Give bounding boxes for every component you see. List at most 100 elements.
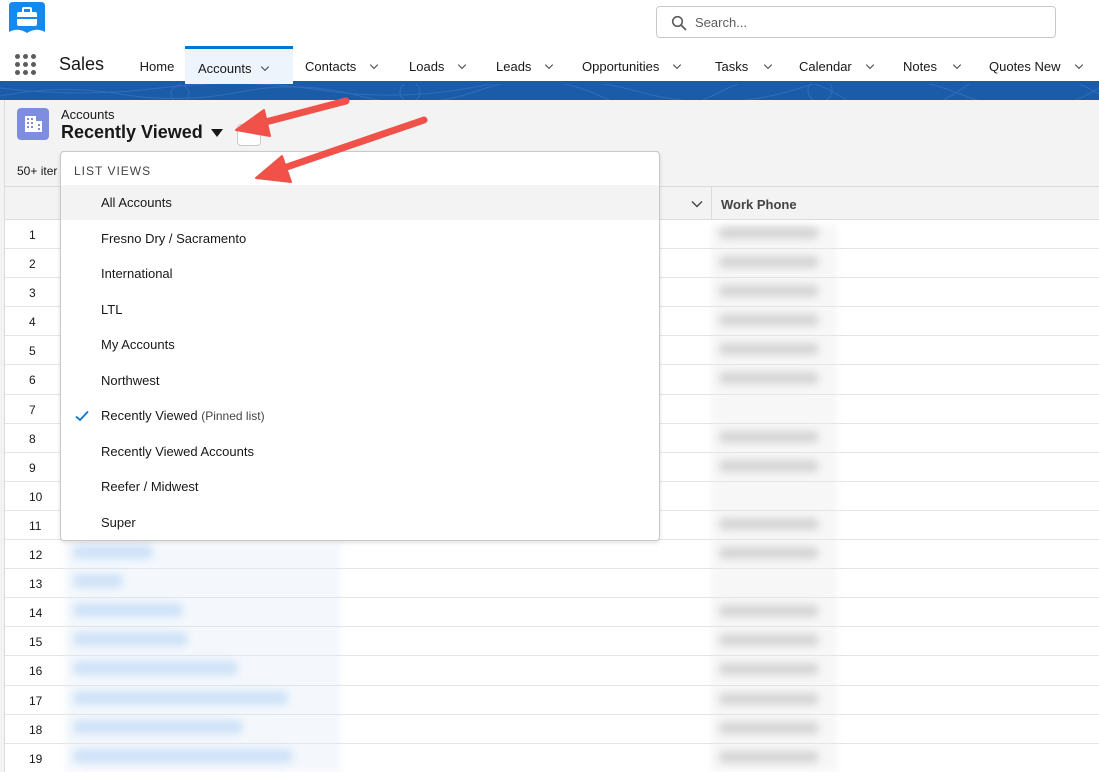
- nav-tab-label: Calendar: [799, 59, 852, 74]
- list-view-option[interactable]: Northwest: [61, 363, 659, 398]
- nav-tab-contacts[interactable]: Contacts: [305, 46, 380, 84]
- nav-tab-label: Contacts: [305, 59, 357, 74]
- blurred-phone: [719, 634, 819, 647]
- chevron-down-icon[interactable]: [456, 59, 468, 71]
- nav-tab-label: Opportunities: [582, 59, 660, 74]
- nav-tab-accounts[interactable]: Accounts: [185, 46, 293, 84]
- blurred-phone: [719, 721, 819, 734]
- table-row[interactable]: 19: [5, 744, 1099, 772]
- blurred-phone: [719, 314, 819, 327]
- table-row[interactable]: 16: [5, 656, 1099, 686]
- pinned-list-note: (Pinned list): [201, 409, 265, 423]
- list-view-option[interactable]: Reefer / Midwest: [61, 469, 659, 504]
- row-number: 9: [29, 460, 36, 475]
- blurred-phone: [719, 227, 819, 239]
- list-view-option[interactable]: International: [61, 256, 659, 291]
- blurred-phone: [719, 663, 819, 676]
- table-row[interactable]: 18: [5, 715, 1099, 744]
- row-number: 12: [29, 548, 43, 563]
- list-views-heading: LIST VIEWS: [74, 164, 152, 178]
- checkmark-icon: [75, 410, 89, 422]
- app-name: Sales: [59, 54, 105, 74]
- blurred-account-name: [73, 748, 293, 763]
- list-view-option-label: Recently Viewed Accounts: [101, 444, 254, 459]
- list-view-option[interactable]: My Accounts: [61, 327, 659, 362]
- chevron-down-icon[interactable]: [671, 59, 683, 71]
- list-view-selector[interactable]: Recently Viewed: [61, 122, 223, 143]
- nav-tab-notes[interactable]: Notes: [903, 46, 963, 84]
- row-number: 19: [29, 751, 43, 766]
- accounts-object-icon: [17, 108, 49, 140]
- blurred-phone: [719, 285, 819, 298]
- chevron-down-icon[interactable]: [951, 59, 963, 71]
- blurred-phone: [719, 372, 819, 385]
- chevron-down-icon[interactable]: [864, 59, 876, 71]
- chevron-down-icon[interactable]: [368, 59, 380, 71]
- search-input[interactable]: [695, 11, 1035, 33]
- list-view-option[interactable]: LTL: [61, 292, 659, 327]
- list-view-option-selected[interactable]: Recently Viewed (Pinned list): [61, 398, 659, 433]
- global-header: [0, 0, 1099, 46]
- blurred-account-name: [73, 574, 123, 589]
- header-pattern-band: [0, 84, 1099, 100]
- list-view-option[interactable]: All Accounts: [61, 185, 659, 220]
- row-number: 4: [29, 315, 36, 330]
- blurred-account-name: [73, 603, 183, 618]
- pin-list-button[interactable]: [237, 124, 261, 146]
- nav-tab-leads[interactable]: Leads: [496, 46, 555, 84]
- row-number: 6: [29, 373, 36, 388]
- blurred-account-name: [73, 690, 288, 705]
- chevron-down-icon[interactable]: [543, 59, 555, 71]
- nav-tab-home[interactable]: Home: [129, 46, 185, 84]
- blurred-phone: [719, 256, 819, 269]
- list-view-option[interactable]: Recently Viewed Accounts: [61, 434, 659, 469]
- blurred-phone: [719, 430, 819, 443]
- chevron-down-icon[interactable]: [762, 59, 774, 71]
- list-view-option-label: International: [101, 266, 173, 281]
- list-view-option[interactable]: Fresno Dry / Sacramento: [61, 221, 659, 256]
- row-number: 8: [29, 431, 36, 446]
- chevron-down-icon[interactable]: [259, 61, 271, 73]
- app-nav-bar: Sales Home Accounts Contacts Loads Leads…: [0, 46, 1099, 84]
- row-number: 1: [29, 228, 36, 242]
- app-logo-icon[interactable]: [6, 2, 48, 40]
- blurred-account-name: [73, 632, 188, 647]
- app-launcher-icon[interactable]: [15, 54, 37, 76]
- nav-tab-label: Home: [139, 59, 175, 74]
- row-number: 5: [29, 344, 36, 359]
- table-row[interactable]: 15: [5, 627, 1099, 657]
- nav-tab-quotes-new[interactable]: Quotes New: [989, 46, 1085, 84]
- row-number: 17: [29, 693, 43, 708]
- row-number: 7: [29, 402, 36, 417]
- row-number: 2: [29, 257, 36, 272]
- list-view-option-label: My Accounts: [101, 337, 175, 352]
- table-row[interactable]: 14: [5, 598, 1099, 628]
- blurred-account-name: [73, 545, 153, 560]
- column-divider[interactable]: [711, 187, 712, 220]
- list-view-option-label: LTL: [101, 302, 123, 317]
- chevron-down-icon[interactable]: [1073, 59, 1085, 71]
- nav-tab-opportunities[interactable]: Opportunities: [582, 46, 683, 84]
- global-search[interactable]: [656, 6, 1056, 38]
- nav-tab-tasks[interactable]: Tasks: [715, 46, 774, 84]
- list-view-option-label: Super: [101, 515, 136, 530]
- nav-tab-label: Tasks: [715, 59, 749, 74]
- blurred-phone: [719, 459, 819, 472]
- table-row[interactable]: 12: [5, 540, 1099, 570]
- row-number: 15: [29, 635, 43, 650]
- chevron-down-icon[interactable]: [691, 198, 703, 210]
- row-number: 18: [29, 722, 43, 737]
- column-header-work-phone[interactable]: Work Phone: [721, 197, 797, 212]
- nav-tab-calendar[interactable]: Calendar: [799, 46, 876, 84]
- nav-tab-label: Accounts: [198, 60, 252, 76]
- table-row[interactable]: 17: [5, 686, 1099, 715]
- list-view-option[interactable]: Super: [61, 505, 659, 540]
- blurred-account-name: [73, 719, 243, 734]
- nav-tab-label: Notes: [903, 59, 937, 74]
- table-row[interactable]: 13: [5, 569, 1099, 599]
- caret-down-icon[interactable]: [210, 128, 223, 137]
- row-number: 11: [29, 518, 42, 533]
- blurred-phone: [719, 517, 819, 530]
- nav-tab-loads[interactable]: Loads: [409, 46, 468, 84]
- list-view-name: Recently Viewed: [61, 122, 203, 142]
